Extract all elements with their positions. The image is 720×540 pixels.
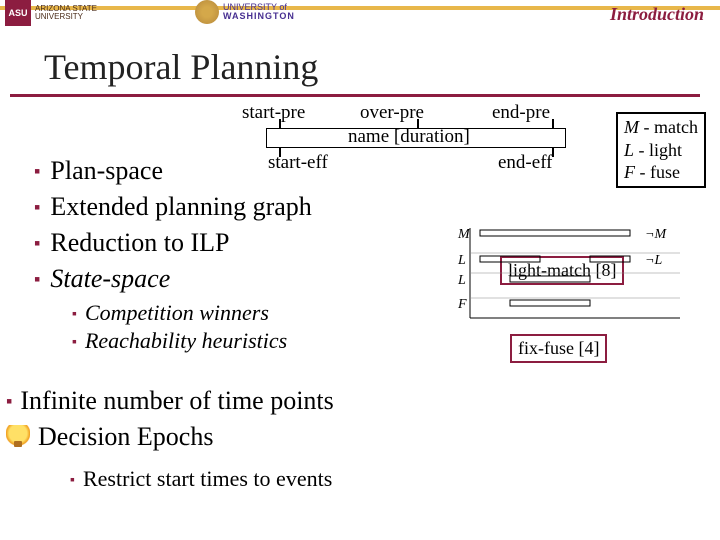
bullet-state-space: State-space <box>34 264 312 294</box>
asu-badge: ASU <box>5 0 31 26</box>
section-label: Introduction <box>610 4 704 25</box>
main-bullets: Plan-space Extended planning graph Reduc… <box>34 156 312 356</box>
diagram-end-pre: end-pre <box>492 102 550 124</box>
plot-label-notm: ¬M <box>645 227 667 242</box>
lower-bullets: ▪ Infinite number of time points Decisio… <box>6 386 334 458</box>
asu-text: ARIZONA STATE UNIVERSITY <box>35 5 97 21</box>
legend-l-text: - light <box>634 140 682 160</box>
callout-fix-fuse: fix-fuse [4] <box>510 334 607 363</box>
bullet-epochs: Decision Epochs <box>6 422 334 452</box>
sub-reachability: Reachability heuristics <box>72 328 312 354</box>
legend-box: M - match L - light F - fuse <box>616 112 706 188</box>
diagram-over-pre: over-pre <box>360 102 424 124</box>
asu-line2: UNIVERSITY <box>35 12 83 21</box>
slide-title: Temporal Planning <box>44 46 318 88</box>
lightbulb-icon <box>6 425 30 449</box>
content-area: start-pre over-pre end-pre name [duratio… <box>0 106 720 540</box>
logo-uw: UNIVERSITY of WASHINGTON <box>195 0 295 24</box>
timeline-plot: M ¬M L ¬L L F <box>450 218 690 328</box>
header-bar: ASU ARIZONA STATE UNIVERSITY UNIVERSITY … <box>0 0 720 36</box>
bullet-extended-planning: Extended planning graph <box>34 192 312 222</box>
diagram-start-pre: start-pre <box>242 102 305 124</box>
uw-line2: WASHINGTON <box>223 11 295 21</box>
epoch-sub-bullets: Restrict start times to events <box>70 466 332 492</box>
plot-label-m: M <box>457 227 471 242</box>
legend-f-text: - fuse <box>635 162 680 182</box>
bullet-infinite-text: Infinite number of time points <box>20 386 333 416</box>
sub-competition: Competition winners <box>72 300 312 326</box>
bullet-infinite: ▪ Infinite number of time points <box>6 386 334 416</box>
logo-asu: ASU ARIZONA STATE UNIVERSITY <box>5 0 97 26</box>
sub-restrict: Restrict start times to events <box>70 466 332 492</box>
legend-m-text: - match <box>639 117 698 137</box>
legend-f: F <box>624 162 635 182</box>
bullet-epochs-text: Decision Epochs <box>38 422 213 452</box>
title-rule <box>10 94 700 97</box>
uw-seal <box>195 0 219 24</box>
bullet-reduction-ilp: Reduction to ILP <box>34 228 312 258</box>
bullet-plan-space: Plan-space <box>34 156 312 186</box>
plot-label-l2: L <box>457 273 466 288</box>
uw-text: UNIVERSITY of WASHINGTON <box>223 3 295 21</box>
diagram-end-eff: end-eff <box>498 152 553 174</box>
legend-l: L <box>624 140 634 160</box>
plot-label-f: F <box>457 297 467 312</box>
legend-m: M <box>624 117 639 137</box>
plot-label-notl: ¬L <box>645 253 662 268</box>
sub-bullets: Competition winners Reachability heurist… <box>72 300 312 354</box>
diagram-name: name [duration] <box>348 126 470 148</box>
plot-label-l: L <box>457 253 466 268</box>
